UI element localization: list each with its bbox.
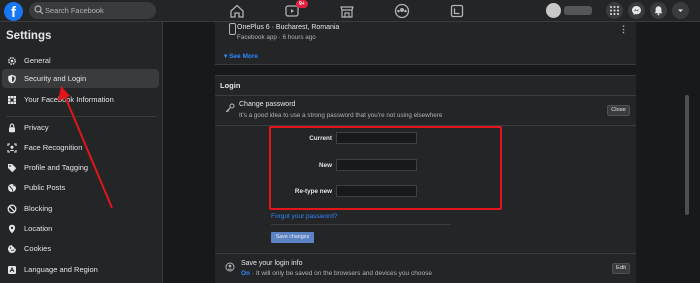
top-navigation-bar: f 9+ — [0, 0, 700, 22]
divider — [271, 224, 451, 225]
gear-icon — [2, 51, 22, 70]
see-more-link[interactable]: ▾ See More — [224, 52, 258, 60]
sidebar-item-label: Blocking — [24, 204, 53, 213]
phone-icon — [229, 23, 236, 35]
sidebar-item-profile-and-tagging[interactable]: Profile and Tagging — [2, 158, 159, 177]
sidebar-item-label: Cookies — [24, 244, 52, 253]
session-device: OnePlus 6 · Bucharest, Romania — [237, 24, 340, 31]
sidebar-item-label: Language and Region — [24, 265, 98, 274]
watch-notification-badge: 9+ — [296, 0, 308, 8]
sidebar-item-label: Location — [24, 224, 53, 233]
sidebar-item-label: Public Posts — [24, 183, 66, 192]
sidebar-item-label: General — [24, 56, 51, 65]
edit-button[interactable]: Edit — [612, 263, 630, 274]
sidebar-item-label: Face Recognition — [24, 143, 83, 152]
sidebar-item-public-posts[interactable]: Public Posts — [2, 178, 159, 197]
sidebar-item-your-facebook-information[interactable]: Your Facebook Information — [2, 90, 159, 109]
sidebar-item-privacy[interactable]: Privacy — [2, 118, 159, 137]
sidebar-item-language-and-region[interactable]: Language and Region — [2, 260, 159, 279]
search-input[interactable] — [43, 2, 153, 19]
close-button[interactable]: Close — [607, 105, 630, 116]
tag-icon — [2, 158, 22, 177]
facebook-grid-icon — [2, 90, 22, 109]
messenger-icon[interactable] — [628, 2, 645, 19]
section-heading: Login — [220, 81, 241, 90]
divider — [215, 253, 636, 254]
sidebar-item-label: Privacy — [24, 123, 49, 132]
settings-sidebar: Settings General Security and Login Your… — [0, 22, 163, 283]
sidebar-item-label: Security and Login — [24, 74, 87, 83]
sidebar-item-cookies[interactable]: Cookies — [2, 239, 159, 258]
cookie-icon — [2, 239, 22, 258]
menu-grid-icon[interactable] — [606, 2, 623, 19]
where-logged-in-panel: OnePlus 6 · Bucharest, Romania Facebook … — [215, 22, 636, 65]
avatar — [546, 3, 561, 18]
sidebar-item-location[interactable]: Location — [2, 219, 159, 238]
sidebar-item-label: Your Facebook Information — [24, 95, 114, 104]
account-chevron-icon[interactable] — [672, 2, 689, 19]
gaming-icon[interactable] — [448, 2, 466, 20]
page-scrollbar[interactable] — [685, 95, 689, 215]
forgot-password-link[interactable]: Forgot your password? — [271, 213, 337, 220]
sidebar-item-blocking[interactable]: Blocking — [2, 199, 159, 218]
sidebar-item-security-and-login[interactable]: Security and Login — [2, 69, 159, 88]
change-password-title: Change password — [239, 101, 296, 108]
facebook-logo[interactable]: f — [4, 2, 23, 21]
highlight-box — [269, 126, 502, 210]
more-options-icon[interactable]: ⋮ — [619, 24, 628, 35]
search-box[interactable] — [29, 2, 156, 19]
language-icon — [2, 260, 22, 279]
marketplace-icon[interactable] — [338, 2, 356, 20]
save-login-icon — [225, 262, 235, 272]
face-icon — [2, 138, 22, 157]
sidebar-item-label: Profile and Tagging — [24, 163, 89, 172]
divider — [215, 95, 636, 96]
save-login-status: On — [241, 270, 251, 277]
block-icon — [2, 199, 22, 218]
sidebar-divider — [6, 116, 156, 117]
session-detail: Facebook app · 6 hours ago — [237, 34, 316, 41]
save-login-info-subtitle: · It will only be saved on the browsers … — [252, 270, 432, 277]
profile-name-redacted — [564, 6, 592, 15]
groups-icon[interactable] — [393, 2, 411, 20]
save-changes-button[interactable]: Save changes — [271, 232, 314, 243]
key-icon — [225, 103, 235, 113]
page-title: Settings — [6, 30, 52, 42]
location-pin-icon — [2, 219, 22, 238]
profile-shortcut[interactable] — [546, 3, 596, 18]
sidebar-item-general[interactable]: General — [2, 51, 159, 70]
shield-icon — [2, 69, 22, 88]
see-more-label: See More — [229, 53, 258, 60]
change-password-subtitle: It's a good idea to use a strong passwor… — [239, 112, 443, 119]
globe-icon — [2, 178, 22, 197]
save-login-info-title: Save your login info — [241, 260, 303, 267]
home-icon[interactable] — [228, 2, 246, 20]
lock-icon — [2, 118, 22, 137]
notifications-icon[interactable] — [650, 2, 667, 19]
sidebar-item-face-recognition[interactable]: Face Recognition — [2, 138, 159, 157]
